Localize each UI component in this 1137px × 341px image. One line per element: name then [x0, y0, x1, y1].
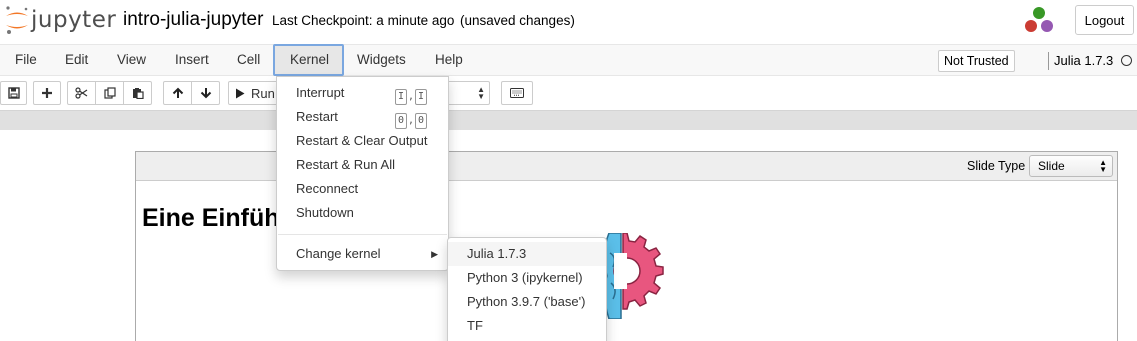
cut-icon: [75, 87, 88, 99]
checkpoint-status: Last Checkpoint: a minute ago: [272, 13, 455, 28]
menu-item-reconnect[interactable]: Reconnect: [277, 177, 448, 201]
move-button-group: [163, 81, 220, 105]
menu-item-restart-clear-output[interactable]: Restart & Clear Output: [277, 129, 448, 153]
move-down-button[interactable]: [191, 81, 220, 105]
move-up-button[interactable]: [163, 81, 192, 105]
select-arrows-icon: ▲ ▼: [477, 85, 485, 101]
menu-help[interactable]: Help: [420, 45, 478, 75]
kernel-option-tf[interactable]: TF: [448, 314, 606, 338]
header: jupyter intro-julia-jupyter Last Checkpo…: [0, 0, 1137, 44]
menu-item-label: Restart: [296, 109, 338, 124]
arrow-up-icon: [172, 87, 183, 98]
shortcut-key: 0: [415, 113, 427, 129]
menu-kernel[interactable]: Kernel: [273, 44, 344, 76]
kernel-menu-dropdown: Interrupt I,I Restart 0,0 Restart & Clea…: [276, 76, 449, 271]
save-icon: [7, 87, 20, 99]
shortcut-key: 0: [394, 113, 407, 129]
kernel-option-python397-base[interactable]: Python 3.9.7 ('base'): [448, 290, 606, 314]
plus-icon: [42, 88, 52, 98]
play-icon: [236, 88, 245, 98]
slide-type-value: Slide: [1038, 159, 1065, 173]
kernel-option-python3-ipykernel[interactable]: Python 3 (ipykernel): [448, 266, 606, 290]
menubar: File Edit View Insert Cell Kernel Widget…: [0, 44, 1137, 76]
cut-button[interactable]: [67, 81, 96, 105]
edit-button-group: [67, 81, 152, 105]
julia-brain-gear-image: [605, 233, 664, 319]
slide-type-select[interactable]: Slide ▲ ▼: [1029, 155, 1113, 177]
insert-cell-button[interactable]: [33, 81, 61, 105]
arrow-down-icon: [200, 88, 211, 99]
keyboard-icon: [510, 88, 524, 98]
paste-icon: [132, 88, 144, 99]
select-arrows-icon: ▲ ▼: [1099, 158, 1107, 174]
menu-divider: [278, 234, 447, 235]
jupyter-notebook-window: jupyter intro-julia-jupyter Last Checkpo…: [0, 0, 1137, 341]
notebook-name[interactable]: intro-julia-jupyter: [123, 9, 263, 31]
kernel-name[interactable]: Julia 1.7.3: [1054, 53, 1113, 68]
copy-button[interactable]: [95, 81, 124, 105]
menu-file[interactable]: File: [0, 45, 52, 75]
menu-insert[interactable]: Insert: [160, 45, 224, 75]
autosave-status: (unsaved changes): [460, 13, 575, 28]
kernel-separator: [1048, 52, 1049, 70]
menu-item-label: Change kernel: [296, 246, 381, 261]
slide-type-label: Slide Type: [967, 159, 1026, 173]
menu-item-change-kernel[interactable]: Change kernel ▶: [277, 242, 448, 266]
shortcut-key: I: [394, 89, 407, 105]
menu-cell[interactable]: Cell: [222, 45, 275, 75]
menu-item-label: Interrupt: [296, 85, 345, 100]
run-button[interactable]: Run: [228, 81, 283, 105]
command-palette-button[interactable]: [501, 81, 533, 105]
jupyter-logo-icon[interactable]: [4, 5, 30, 35]
change-kernel-submenu: Julia 1.7.3 Python 3 (ipykernel) Python …: [447, 237, 607, 341]
julia-kernel-logo-icon: [1025, 7, 1053, 32]
toolbar-shadow-bar: [0, 110, 1137, 130]
menu-item-restart[interactable]: Restart 0,0: [277, 105, 448, 129]
menu-widgets[interactable]: Widgets: [342, 45, 421, 75]
kernel-option-julia[interactable]: Julia 1.7.3: [448, 242, 606, 266]
run-label: Run: [251, 85, 275, 101]
copy-icon: [103, 87, 116, 99]
menu-edit[interactable]: Edit: [50, 45, 103, 75]
caret-right-icon: ▶: [431, 249, 438, 259]
cell-heading: Eine Einfüh: [142, 204, 280, 232]
save-button[interactable]: [0, 81, 27, 105]
menu-view[interactable]: View: [102, 45, 161, 75]
kernel-idle-indicator-icon: [1121, 55, 1132, 66]
toolbar: Run ▲ ▼: [0, 76, 1137, 110]
menu-item-shutdown[interactable]: Shutdown: [277, 201, 448, 225]
not-trusted-button[interactable]: Not Trusted: [938, 50, 1015, 72]
shortcut-key: I: [415, 89, 427, 105]
jupyter-logo-text: jupyter: [31, 7, 117, 33]
logout-button[interactable]: Logout: [1075, 5, 1134, 35]
menu-item-interrupt[interactable]: Interrupt I,I: [277, 81, 448, 105]
menu-item-restart-run-all[interactable]: Restart & Run All: [277, 153, 448, 177]
paste-button[interactable]: [123, 81, 152, 105]
